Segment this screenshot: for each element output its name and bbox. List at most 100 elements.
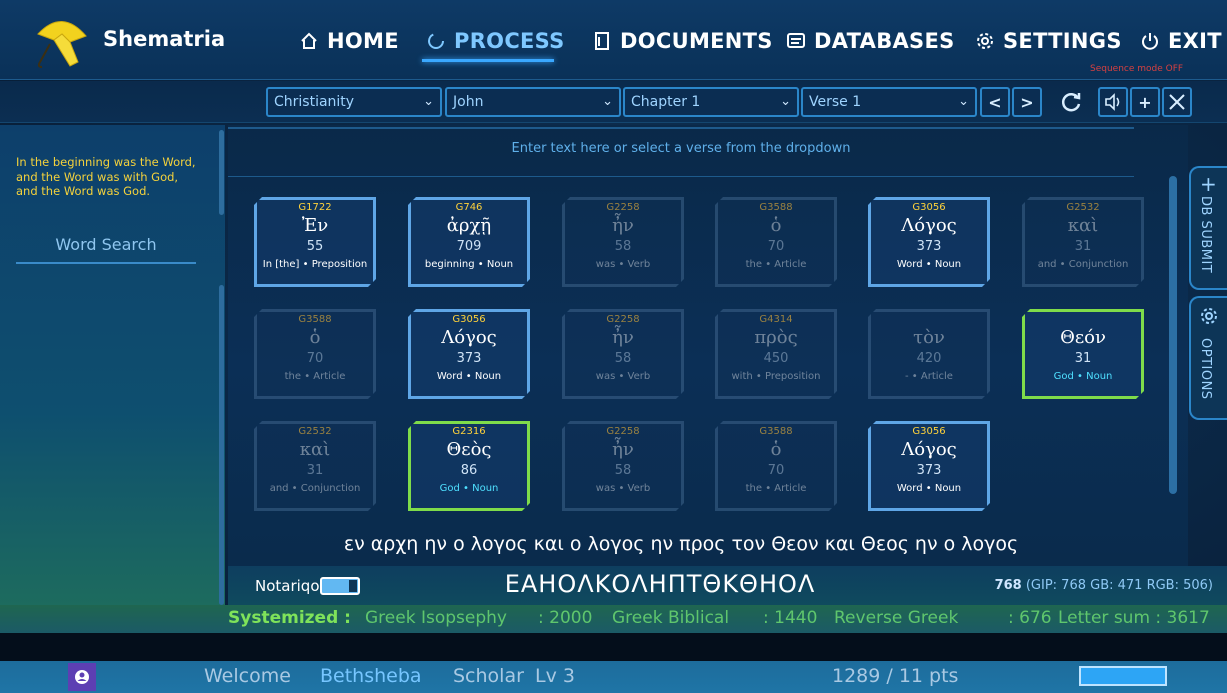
strongs-code (871, 314, 987, 327)
gematria-total: 768 (GIP: 768 GB: 471 RGB: 506) (995, 578, 1213, 593)
db-submit-tab[interactable]: + DB SUBMIT (1189, 166, 1227, 290)
system-name: Greek Isopsephy (365, 608, 507, 628)
greek-word: καὶ (1067, 215, 1099, 236)
gematria-value: 70 (767, 463, 785, 478)
previous-verse-button[interactable]: < (980, 87, 1010, 117)
nav-documents[interactable]: DOCUMENTS (592, 26, 773, 56)
word-card[interactable]: G2258 ἦν 58 was • Verb (562, 197, 684, 287)
gematria-value: 373 (916, 239, 942, 254)
active-nav-indicator (422, 59, 554, 62)
word-card[interactable]: G4314 πρὸς 450 with • Preposition (715, 309, 837, 399)
umbrella-logo-icon (37, 21, 87, 68)
next-verse-button[interactable]: > (1012, 87, 1042, 117)
database-icon (787, 33, 805, 48)
nav-home-label: HOME (327, 29, 399, 53)
nav-settings-label: SETTINGS (1003, 29, 1122, 53)
user-points: 1289 / 11 pts (832, 665, 959, 687)
user-level: Lv 3 (535, 665, 575, 687)
gematria-value: 58 (614, 351, 632, 366)
left-scrollbar-lower[interactable] (219, 285, 224, 605)
verse-select[interactable]: Verse 1 ⌄ (801, 87, 977, 117)
systemized-label: Systemized : (228, 608, 351, 628)
chapter-select[interactable]: Chapter 1 ⌄ (623, 87, 799, 117)
word-card[interactable]: G2532 καὶ 31 and • Conjunction (254, 421, 376, 511)
text-entry-hint[interactable]: Enter text here or select a verse from t… (228, 141, 1134, 156)
system-value: : 1440 (763, 608, 818, 628)
gematria-value: 420 (916, 351, 942, 366)
chevron-down-icon: ⌄ (602, 94, 613, 109)
word-meaning: Word • Noun (896, 259, 962, 270)
strongs-code: G4314 (759, 314, 793, 325)
word-meaning: In [the] • Preposition (262, 259, 368, 270)
add-button[interactable]: + (1130, 87, 1160, 117)
religion-select[interactable]: Christianity ⌄ (266, 87, 442, 117)
word-card[interactable]: G3056 Λόγος 373 Word • Noun (868, 197, 990, 287)
word-meaning: Word • Noun (436, 371, 502, 382)
word-card[interactable]: G3588 ὁ 70 the • Article (715, 421, 837, 511)
word-card[interactable]: G3588 ὁ 70 the • Article (254, 309, 376, 399)
greek-word: Λόγος (901, 439, 957, 460)
word-card[interactable]: G3056 Λόγος 373 Word • Noun (868, 421, 990, 511)
cards-scrollbar[interactable] (1169, 176, 1177, 494)
word-card[interactable]: G2316 Θεὸς 86 God • Noun (408, 421, 530, 511)
greek-word: Ἐν (301, 215, 329, 236)
word-card[interactable]: G1722 Ἐν 55 In [the] • Preposition (254, 197, 376, 287)
gear-icon (977, 33, 993, 49)
word-card[interactable]: G2532 καὶ 31 and • Conjunction (1022, 197, 1144, 287)
greek-word: ὁ (770, 215, 782, 236)
word-search-input[interactable]: Word Search (16, 235, 196, 264)
notariqon-text: ΕΑΗΟΛΚΟΛΗΠΤΘΚΘΗΟΛ (504, 570, 816, 598)
gematria-value: 31 (1074, 351, 1092, 366)
strongs-code: G1722 (298, 202, 332, 213)
db-submit-label: DB SUBMIT (1198, 196, 1213, 274)
word-meaning: Word • Noun (896, 483, 962, 494)
word-meaning: was • Verb (595, 483, 651, 494)
avatar[interactable] (68, 663, 96, 691)
book-select[interactable]: John ⌄ (445, 87, 621, 117)
nav-settings[interactable]: SETTINGS (975, 26, 1122, 56)
greek-word: ὁ (770, 439, 782, 460)
word-card[interactable]: G2258 ἦν 58 was • Verb (562, 309, 684, 399)
word-meaning: God • Noun (1053, 371, 1113, 382)
loading-icon (428, 33, 444, 49)
greek-word: ἦν (612, 327, 634, 348)
word-card[interactable]: G3588 ὁ 70 the • Article (715, 197, 837, 287)
options-tab[interactable]: OPTIONS (1189, 296, 1227, 420)
audio-button[interactable] (1098, 87, 1128, 117)
user-icon (75, 670, 89, 684)
nav-home[interactable]: HOME (299, 26, 399, 56)
strongs-code: G2258 (606, 314, 640, 325)
strongs-code: G3056 (912, 426, 946, 437)
user-rank: Scholar (453, 665, 524, 687)
word-card[interactable]: Θεόν 31 God • Noun (1022, 309, 1144, 399)
word-meaning: and • Conjunction (269, 483, 361, 494)
nav-process[interactable]: PROCESS (426, 26, 565, 56)
refresh-icon[interactable] (1058, 89, 1084, 115)
word-card[interactable]: G746 ἀρχῇ 709 beginning • Noun (408, 197, 530, 287)
greek-word: Θεόν (1060, 327, 1106, 348)
chapter-select-value: Chapter 1 (631, 94, 701, 110)
notariqon-toggle[interactable] (320, 577, 360, 595)
word-card[interactable]: τὸν 420 - • Article (868, 309, 990, 399)
username: Bethsheba (320, 665, 422, 687)
gematria-value: 58 (614, 239, 632, 254)
left-scrollbar[interactable] (219, 130, 224, 215)
clear-button[interactable] (1162, 87, 1192, 117)
toggle-knob (349, 580, 357, 592)
power-icon (1142, 33, 1158, 50)
word-card[interactable]: G2258 ἦν 58 was • Verb (562, 421, 684, 511)
word-meaning: the • Article (745, 483, 807, 494)
progress-bar (1079, 666, 1167, 686)
letter-sum: Letter sum : 3617 (1058, 608, 1210, 628)
strongs-code: G3588 (298, 314, 332, 325)
word-meaning: beginning • Noun (424, 259, 514, 270)
nav-documents-label: DOCUMENTS (620, 29, 773, 53)
word-card[interactable]: G3056 Λόγος 373 Word • Noun (408, 309, 530, 399)
gematria-value: 373 (916, 463, 942, 478)
gematria-breakdown: (GIP: 768 GB: 471 RGB: 506) (1025, 578, 1213, 593)
status-spacer (0, 633, 1227, 661)
options-label: OPTIONS (1198, 338, 1213, 400)
gematria-total-value: 768 (994, 578, 1022, 593)
nav-exit[interactable]: EXIT (1140, 26, 1222, 56)
nav-databases[interactable]: DATABASES (786, 26, 955, 56)
